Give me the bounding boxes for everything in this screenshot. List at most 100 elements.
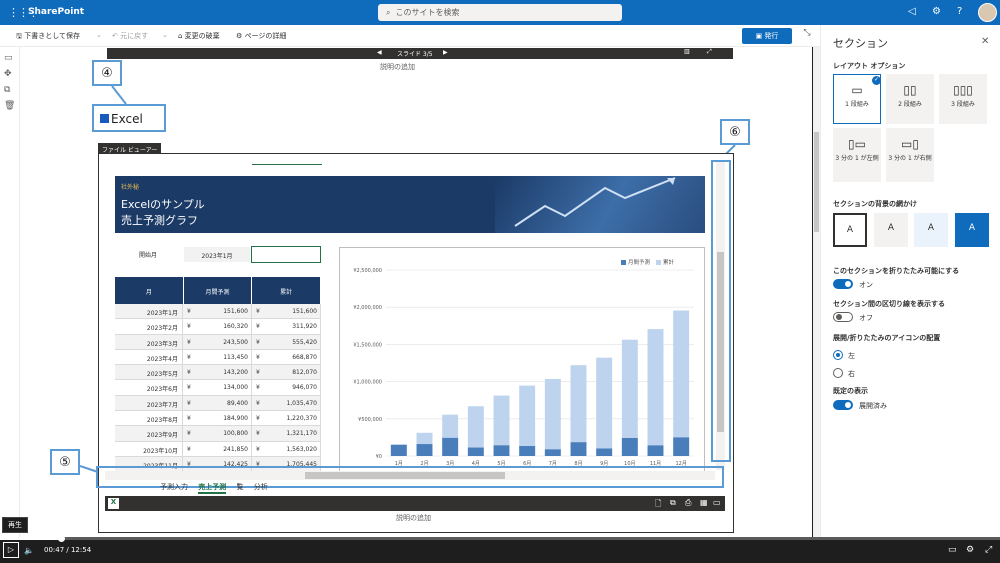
save-dropdown-chevron-icon[interactable]: ⌄	[96, 31, 102, 39]
collapsible-toggle[interactable]	[833, 279, 853, 289]
table-row[interactable]: 2023年5月 ¥143,200 ¥812,070	[115, 365, 321, 381]
play-tooltip: 再生	[2, 517, 28, 533]
open-file-icon[interactable]: 🗋	[655, 498, 661, 512]
settings-icon[interactable]: ⚙	[966, 545, 974, 555]
page-details-button[interactable]: ⚙ ページの詳細	[236, 31, 286, 41]
default-view-toggle[interactable]	[833, 400, 853, 410]
divider-toggle[interactable]	[833, 312, 853, 322]
megaphone-icon[interactable]: ◁	[908, 6, 916, 17]
comment-icon[interactable]: ▭	[4, 53, 13, 63]
table-row[interactable]: 2023年3月 ¥243,500 ¥555,420	[115, 334, 321, 350]
currency-symbol: ¥	[187, 430, 191, 438]
cell-cumulative: ¥1,220,370	[252, 411, 321, 426]
cell-monthly: ¥143,200	[183, 365, 252, 380]
layout-one-third-left[interactable]: ▯▭ 3 分の 1 が左側	[833, 128, 881, 182]
progress-knob[interactable]	[58, 535, 65, 542]
sheet-tab-active[interactable]: 売上予測	[198, 482, 227, 494]
layout-three-column[interactable]: ▯▯▯ 3 段組み	[939, 74, 987, 124]
layout-label: 2 段組み	[898, 101, 922, 108]
forecast-chart[interactable]: ¥2,500,000 ¥2,000,000 ¥1,500,000 ¥1,000,000…	[339, 247, 705, 472]
collapse-panel-icon[interactable]: ⤡	[797, 28, 817, 44]
save-draft-label: 下書きとして保存	[24, 32, 80, 40]
fullscreen-icon[interactable]: ⤢	[707, 48, 712, 56]
selected-cell[interactable]	[251, 246, 321, 263]
undo-button[interactable]: ↶ 元に戻す	[112, 31, 148, 41]
layout-label: 3 分の 1 が右側	[888, 155, 932, 162]
move-icon[interactable]: ✥	[4, 69, 12, 79]
copy-icon[interactable]: ⧉	[670, 498, 676, 508]
start-month-label: 開始月	[139, 252, 158, 259]
cumulative-value: 668,870	[292, 353, 317, 361]
expand-icon[interactable]: ▭	[713, 498, 721, 507]
excel-square-icon	[100, 114, 109, 123]
search-box[interactable]: ⌕ このサイトを検索	[378, 4, 622, 21]
cell-month: 2023年7月	[115, 395, 183, 411]
next-slide-icon[interactable]: ▶	[443, 49, 448, 56]
banner-graph-image	[495, 176, 705, 233]
sheet-tab[interactable]: 予測入力	[160, 482, 188, 492]
table-row[interactable]: 2023年7月 ¥89,400 ¥1,035,470	[115, 395, 321, 412]
publish-button[interactable]: ▣ 発行	[742, 28, 792, 44]
bg-strong[interactable]: A	[955, 213, 989, 247]
bar-monthly	[570, 442, 587, 456]
y-tick-label: ¥1,000,000	[353, 380, 382, 386]
col-monthly[interactable]: 月間予測	[184, 277, 253, 304]
close-icon[interactable]: ✕	[981, 36, 989, 47]
cumulative-value: 1,220,370	[286, 415, 317, 423]
duplicate-icon[interactable]: ⧉	[4, 85, 10, 95]
delete-icon[interactable]: 🗑	[4, 101, 15, 111]
bg-soft[interactable]: A	[914, 213, 948, 247]
bg-neutral[interactable]: A	[874, 213, 908, 247]
table-row[interactable]: 2023年6月 ¥134,000 ¥946,070	[115, 380, 321, 396]
callout-5: ⑤	[50, 449, 80, 475]
start-month-value[interactable]: 2023年1月	[184, 247, 250, 262]
cell-cumulative: ¥1,563,020	[252, 441, 321, 456]
cell-cumulative: ¥555,420	[252, 334, 321, 349]
excel-title: Excel	[92, 104, 166, 132]
y-tick-label: ¥2,000,000	[353, 305, 382, 311]
bg-none[interactable]: A	[833, 213, 867, 247]
prev-slide-icon[interactable]: ◀	[377, 49, 382, 56]
layout-one-third-right[interactable]: ▭▯ 3 分の 1 が右側	[886, 128, 934, 182]
slide-caption[interactable]: 説明の追加	[380, 62, 415, 72]
one-column-icon: ▭	[851, 83, 863, 97]
table-row[interactable]: 2023年4月 ¥113,450 ¥668,870	[115, 349, 321, 366]
app-brand[interactable]: SharePoint	[28, 7, 84, 17]
col-month[interactable]: 月	[115, 277, 184, 304]
table-header: 月 月間予測 累計	[115, 277, 322, 304]
canvas-scroll-thumb[interactable]	[814, 132, 819, 232]
currency-symbol: ¥	[187, 399, 191, 407]
print-icon[interactable]: ⎙	[685, 498, 691, 508]
play-button[interactable]: ▷	[3, 542, 19, 558]
help-icon[interactable]: ?	[957, 6, 962, 17]
gear-icon[interactable]: ⚙	[932, 6, 941, 17]
callout-6: ⑥	[720, 119, 750, 145]
discard-button[interactable]: ⌂ 変更の破棄	[178, 31, 220, 41]
table-row[interactable]: 2023年8月 ¥184,900 ¥1,220,370	[115, 411, 321, 427]
volume-icon[interactable]: 🔈	[24, 546, 34, 555]
monthly-value: 184,900	[223, 415, 248, 423]
radio-right[interactable]	[833, 368, 843, 378]
canvas-scrollbar[interactable]	[813, 47, 820, 537]
captions-icon[interactable]: ▭	[948, 545, 957, 555]
table-row[interactable]: 2023年10月 ¥241,850 ¥1,563,020	[115, 441, 321, 457]
viewer-caption[interactable]: 説明の追加	[396, 513, 431, 523]
table-row[interactable]: 2023年1月 ¥151,600 ¥151,600	[115, 304, 321, 320]
video-progress-bar[interactable]	[0, 535, 1000, 542]
col-cumulative[interactable]: 累計	[252, 277, 322, 304]
table-row[interactable]: 2023年2月 ¥160,320 ¥311,920	[115, 319, 321, 335]
cell-cumulative: ¥812,070	[252, 365, 321, 380]
sheet-tab[interactable]: 分析	[254, 482, 268, 492]
save-draft-button[interactable]: 🖫 下書きとして保存	[16, 31, 80, 43]
layout-two-column[interactable]: ▯▯ 2 段組み	[886, 74, 934, 124]
radio-left[interactable]	[833, 350, 843, 360]
time-readout: 00:47 / 12:54	[44, 546, 92, 554]
avatar[interactable]	[978, 3, 997, 22]
fullscreen-icon[interactable]: ⤢	[985, 545, 992, 555]
table-row[interactable]: 2023年9月 ¥100,800 ¥1,321,170	[115, 426, 321, 442]
undo-dropdown-chevron-icon[interactable]: ⌄	[162, 31, 168, 39]
cumulative-value: 1,563,020	[286, 445, 317, 453]
view-icon[interactable]: ▦	[700, 498, 708, 507]
layout-icon[interactable]: ▥	[684, 48, 690, 55]
sheet-tab[interactable]: 覧	[236, 482, 243, 492]
